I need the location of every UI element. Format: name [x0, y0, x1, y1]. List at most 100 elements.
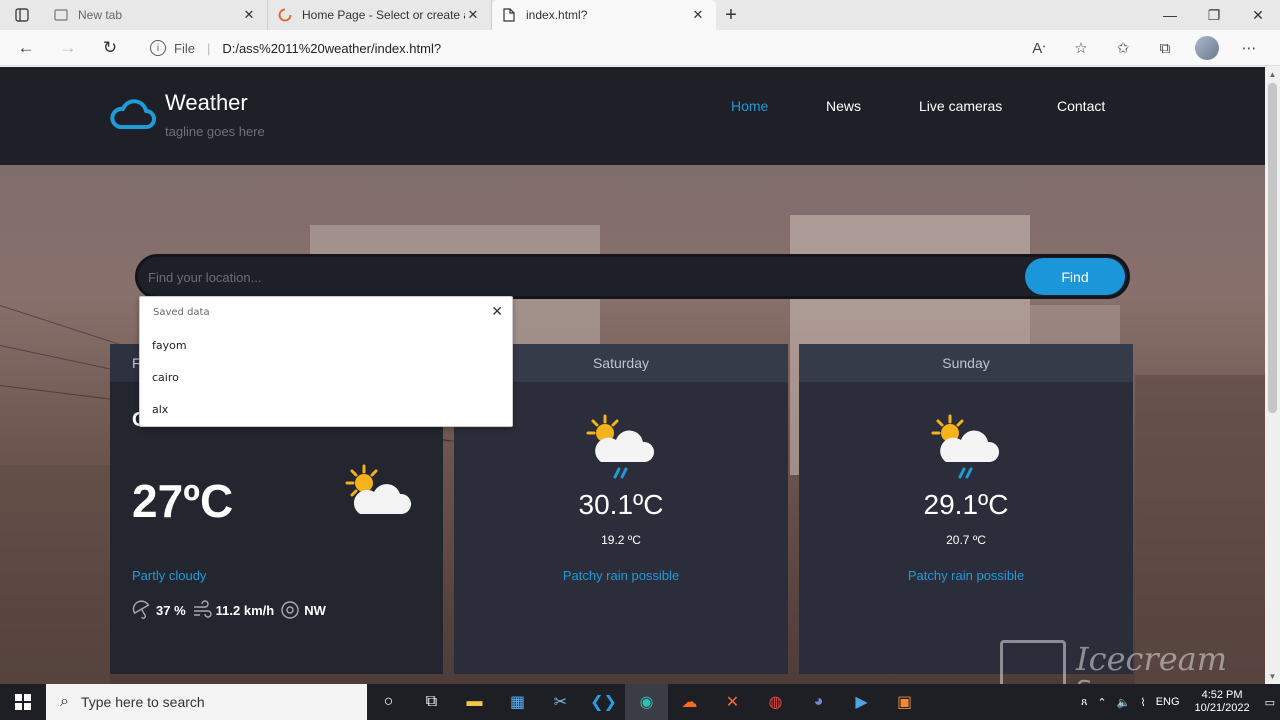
location-search-bar: Find: [135, 254, 1130, 299]
page-scrollbar[interactable]: ▲ ▼: [1265, 67, 1280, 684]
background-bridge: [0, 465, 110, 684]
file-explorer-icon[interactable]: ▬: [453, 684, 496, 720]
site-tagline: tagline goes here: [165, 124, 265, 139]
browser-tab-index[interactable]: index.html? ✕: [492, 0, 716, 30]
store-icon[interactable]: ▦: [496, 684, 539, 720]
taskbar-search-box[interactable]: ⌕ Type here to search: [46, 684, 367, 720]
tab-actions-icon[interactable]: [0, 0, 44, 30]
location-search-input[interactable]: [148, 266, 848, 288]
url-field[interactable]: i File | D:/ass%2011%20weather/index.htm…: [136, 33, 1100, 63]
tab-close-icon[interactable]: ✕: [690, 7, 706, 23]
saved-location-option[interactable]: alx: [152, 403, 168, 416]
humidity-value: 37 %: [156, 602, 186, 618]
background-building: [1135, 375, 1265, 684]
collections-icon[interactable]: ⧉: [1144, 30, 1186, 66]
forecast-condition: Patchy rain possible: [562, 568, 680, 583]
wind-speed-value: 11.2 km/h: [215, 602, 275, 618]
forecast-condition: Patchy rain possible: [907, 568, 1025, 583]
scroll-up-icon[interactable]: ▲: [1265, 67, 1280, 82]
windows-taskbar: ⌕ Type here to search ○ ⧉ ▬ ▦ ✂ ❮❯ ◉ ☁ ✕…: [0, 684, 1280, 720]
saved-location-option[interactable]: fayom: [152, 339, 187, 352]
url-separator: |: [206, 40, 211, 56]
site-title[interactable]: Weather: [165, 90, 248, 116]
forecast-card: Sunday 29.1ºC 20.7 ºC Patchy rain possib…: [799, 344, 1133, 674]
cortana-icon[interactable]: ○: [367, 684, 410, 720]
media-player-icon[interactable]: ▶: [840, 684, 883, 720]
wind-icon: [193, 600, 212, 618]
people-icon[interactable]: ጸ: [1081, 696, 1087, 709]
volume-icon[interactable]: 🔈: [1117, 696, 1131, 709]
file-icon: [502, 8, 516, 22]
saved-location-option[interactable]: cairo: [152, 371, 179, 384]
patchy-rain-icon: [586, 414, 655, 479]
vscode-icon[interactable]: ❮❯: [582, 684, 625, 720]
favorites-icon[interactable]: ✩: [1102, 30, 1144, 66]
soundcloud-icon[interactable]: ☁: [668, 684, 711, 720]
scrollbar-thumb[interactable]: [1268, 83, 1277, 413]
tab-close-icon[interactable]: ✕: [241, 7, 257, 23]
network-icon[interactable]: ⌇: [1140, 696, 1145, 709]
windows-start-icon[interactable]: [0, 684, 46, 720]
taskbar-clock[interactable]: 4:52 PM 10/21/2022: [1190, 689, 1255, 715]
edge-browser-icon[interactable]: ◉: [625, 684, 668, 720]
browser-tab-new-tab[interactable]: New tab ✕: [44, 0, 268, 30]
nav-contact[interactable]: Contact: [1057, 98, 1105, 114]
watermark-line1: Icecream: [1076, 640, 1228, 678]
show-hidden-icons-icon[interactable]: ⌃: [1097, 696, 1106, 709]
watermark-line2: Screen Recorder: [1076, 676, 1270, 684]
discord-icon[interactable]: ◕: [797, 684, 840, 720]
tab-close-icon[interactable]: ✕: [465, 7, 481, 23]
read-aloud-icon[interactable]: Aᐩ: [1018, 30, 1060, 66]
clock-time: 4:52 PM: [1201, 689, 1243, 701]
new-tab-button[interactable]: +: [716, 0, 746, 30]
snipping-tool-icon[interactable]: ✂: [539, 684, 582, 720]
patchy-rain-icon: [931, 414, 1000, 479]
info-icon[interactable]: i: [150, 40, 166, 56]
current-condition: Partly cloudy: [132, 568, 207, 583]
chrome-icon[interactable]: ◍: [754, 684, 797, 720]
address-bar: ← → ↻ i File | D:/ass%2011%20weather/ind…: [0, 30, 1280, 66]
refresh-icon[interactable]: ↻: [89, 30, 131, 66]
window-controls: — ❐ ✕: [1148, 0, 1280, 30]
nav-live-cameras[interactable]: Live cameras: [919, 98, 1002, 114]
minimize-icon[interactable]: —: [1148, 0, 1192, 30]
profile-avatar[interactable]: [1195, 36, 1219, 60]
add-favorite-icon[interactable]: ☆: [1060, 30, 1102, 66]
xampp-icon[interactable]: ✕: [711, 684, 754, 720]
search-icon: ⌕: [60, 693, 69, 710]
umbrella-icon: [132, 600, 150, 619]
forward-arrow-icon[interactable]: →: [47, 30, 89, 66]
close-window-icon[interactable]: ✕: [1236, 0, 1280, 30]
saved-data-dropdown: Saved data ✕ fayom cairo alx: [139, 296, 513, 427]
taskbar-search-placeholder: Type here to search: [80, 694, 205, 710]
site-header: Weather tagline goes here Home News Live…: [0, 67, 1265, 165]
dropdown-close-icon[interactable]: ✕: [491, 304, 503, 320]
forecast-min-temp: 20.7 ºC: [946, 533, 986, 547]
find-button[interactable]: Find: [1025, 258, 1125, 295]
tab-title: index.html?: [526, 8, 588, 22]
back-arrow-icon[interactable]: ←: [5, 30, 47, 66]
language-indicator[interactable]: ENG: [1156, 696, 1180, 708]
task-view-icon[interactable]: ⧉: [410, 684, 453, 720]
forecast-day-label: Sunday: [799, 344, 1133, 382]
forecast-max-temp: 29.1ºC: [923, 489, 1009, 520]
browser-toolbar-right: Aᐩ ☆ ✩ ⧉ ⋯: [1018, 30, 1270, 66]
notifications-icon[interactable]: ▭: [1265, 696, 1275, 709]
browser-tab-bar: New tab ✕ Home Page - Select or create a…: [0, 0, 1280, 30]
nav-news[interactable]: News: [826, 98, 861, 114]
nav-home[interactable]: Home: [731, 98, 768, 114]
dropdown-title: Saved data: [153, 307, 210, 318]
partly-cloudy-icon: [345, 464, 412, 514]
current-temperature: 27ºC: [132, 475, 234, 527]
new-tab-icon: [54, 8, 68, 22]
recorder-app-icon[interactable]: ▣: [883, 684, 926, 720]
restore-icon[interactable]: ❐: [1192, 0, 1236, 30]
browser-tab-home-page[interactable]: Home Page - Select or create a n ✕: [268, 0, 492, 30]
loading-spinner-icon: [278, 8, 292, 22]
recorder-logo-icon: [1000, 640, 1066, 684]
url-text: D:/ass%2011%20weather/index.html?: [222, 40, 442, 56]
recorder-watermark: Icecream Screen Recorder: [1000, 640, 1270, 684]
compass-icon: [281, 601, 299, 619]
clock-date: 10/21/2022: [1194, 702, 1250, 714]
more-menu-icon[interactable]: ⋯: [1228, 30, 1270, 66]
